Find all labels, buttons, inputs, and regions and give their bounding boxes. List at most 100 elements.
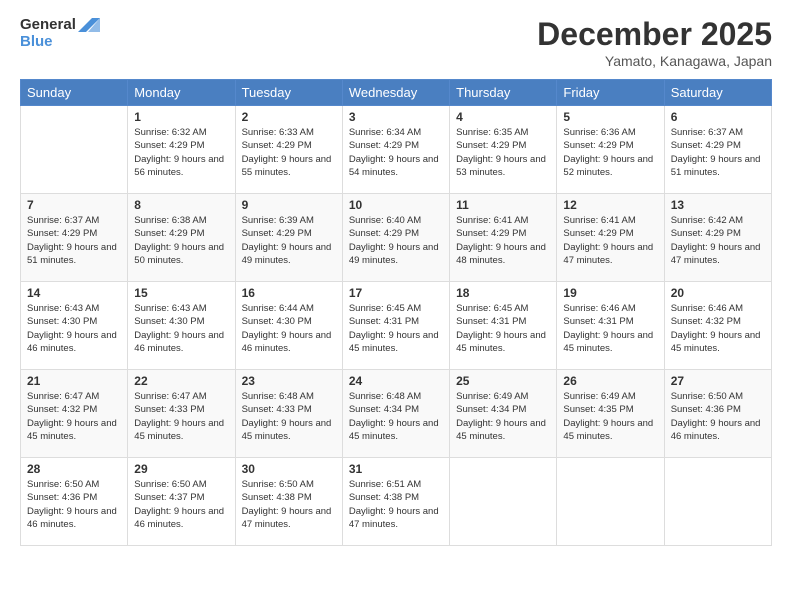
calendar-cell — [450, 458, 557, 546]
cell-info: Sunrise: 6:37 AMSunset: 4:29 PMDaylight:… — [27, 214, 121, 267]
day-number: 12 — [563, 198, 657, 212]
cell-info: Sunrise: 6:45 AMSunset: 4:31 PMDaylight:… — [456, 302, 550, 355]
calendar-cell: 21 Sunrise: 6:47 AMSunset: 4:32 PMDaylig… — [21, 370, 128, 458]
calendar-cell: 5 Sunrise: 6:36 AMSunset: 4:29 PMDayligh… — [557, 106, 664, 194]
cell-info: Sunrise: 6:46 AMSunset: 4:32 PMDaylight:… — [671, 302, 765, 355]
calendar-cell — [21, 106, 128, 194]
day-number: 24 — [349, 374, 443, 388]
cell-info: Sunrise: 6:41 AMSunset: 4:29 PMDaylight:… — [563, 214, 657, 267]
calendar-cell: 2 Sunrise: 6:33 AMSunset: 4:29 PMDayligh… — [235, 106, 342, 194]
cell-info: Sunrise: 6:39 AMSunset: 4:29 PMDaylight:… — [242, 214, 336, 267]
cell-info: Sunrise: 6:50 AMSunset: 4:38 PMDaylight:… — [242, 478, 336, 531]
day-number: 15 — [134, 286, 228, 300]
day-number: 31 — [349, 462, 443, 476]
calendar-cell: 31 Sunrise: 6:51 AMSunset: 4:38 PMDaylig… — [342, 458, 449, 546]
day-number: 14 — [27, 286, 121, 300]
cell-info: Sunrise: 6:38 AMSunset: 4:29 PMDaylight:… — [134, 214, 228, 267]
calendar-cell: 9 Sunrise: 6:39 AMSunset: 4:29 PMDayligh… — [235, 194, 342, 282]
calendar-cell: 29 Sunrise: 6:50 AMSunset: 4:37 PMDaylig… — [128, 458, 235, 546]
calendar-cell: 14 Sunrise: 6:43 AMSunset: 4:30 PMDaylig… — [21, 282, 128, 370]
day-number: 19 — [563, 286, 657, 300]
cell-info: Sunrise: 6:51 AMSunset: 4:38 PMDaylight:… — [349, 478, 443, 531]
day-number: 3 — [349, 110, 443, 124]
day-number: 27 — [671, 374, 765, 388]
header-row: Sunday Monday Tuesday Wednesday Thursday… — [21, 80, 772, 106]
cell-info: Sunrise: 6:42 AMSunset: 4:29 PMDaylight:… — [671, 214, 765, 267]
calendar-cell: 20 Sunrise: 6:46 AMSunset: 4:32 PMDaylig… — [664, 282, 771, 370]
calendar-cell: 23 Sunrise: 6:48 AMSunset: 4:33 PMDaylig… — [235, 370, 342, 458]
cell-info: Sunrise: 6:32 AMSunset: 4:29 PMDaylight:… — [134, 126, 228, 179]
day-number: 7 — [27, 198, 121, 212]
cell-info: Sunrise: 6:41 AMSunset: 4:29 PMDaylight:… — [456, 214, 550, 267]
day-number: 23 — [242, 374, 336, 388]
day-number: 28 — [27, 462, 121, 476]
cell-info: Sunrise: 6:50 AMSunset: 4:36 PMDaylight:… — [671, 390, 765, 443]
week-row-2: 14 Sunrise: 6:43 AMSunset: 4:30 PMDaylig… — [21, 282, 772, 370]
calendar-page: General Blue December 2025 Yamato, Kanag… — [0, 0, 792, 612]
calendar-cell: 10 Sunrise: 6:40 AMSunset: 4:29 PMDaylig… — [342, 194, 449, 282]
calendar-cell: 13 Sunrise: 6:42 AMSunset: 4:29 PMDaylig… — [664, 194, 771, 282]
day-number: 16 — [242, 286, 336, 300]
col-sunday: Sunday — [21, 80, 128, 106]
day-number: 11 — [456, 198, 550, 212]
col-monday: Monday — [128, 80, 235, 106]
col-saturday: Saturday — [664, 80, 771, 106]
calendar-cell: 28 Sunrise: 6:50 AMSunset: 4:36 PMDaylig… — [21, 458, 128, 546]
calendar-cell: 8 Sunrise: 6:38 AMSunset: 4:29 PMDayligh… — [128, 194, 235, 282]
month-title: December 2025 — [537, 16, 772, 53]
calendar-cell: 19 Sunrise: 6:46 AMSunset: 4:31 PMDaylig… — [557, 282, 664, 370]
col-tuesday: Tuesday — [235, 80, 342, 106]
cell-info: Sunrise: 6:44 AMSunset: 4:30 PMDaylight:… — [242, 302, 336, 355]
week-row-0: 1 Sunrise: 6:32 AMSunset: 4:29 PMDayligh… — [21, 106, 772, 194]
day-number: 30 — [242, 462, 336, 476]
cell-info: Sunrise: 6:47 AMSunset: 4:32 PMDaylight:… — [27, 390, 121, 443]
calendar-cell: 15 Sunrise: 6:43 AMSunset: 4:30 PMDaylig… — [128, 282, 235, 370]
day-number: 9 — [242, 198, 336, 212]
calendar-table: Sunday Monday Tuesday Wednesday Thursday… — [20, 79, 772, 546]
day-number: 13 — [671, 198, 765, 212]
calendar-cell: 7 Sunrise: 6:37 AMSunset: 4:29 PMDayligh… — [21, 194, 128, 282]
location-title: Yamato, Kanagawa, Japan — [537, 53, 772, 69]
day-number: 10 — [349, 198, 443, 212]
calendar-cell: 18 Sunrise: 6:45 AMSunset: 4:31 PMDaylig… — [450, 282, 557, 370]
day-number: 1 — [134, 110, 228, 124]
day-number: 5 — [563, 110, 657, 124]
calendar-cell: 27 Sunrise: 6:50 AMSunset: 4:36 PMDaylig… — [664, 370, 771, 458]
logo: General Blue — [20, 16, 100, 51]
day-number: 2 — [242, 110, 336, 124]
day-number: 20 — [671, 286, 765, 300]
cell-info: Sunrise: 6:33 AMSunset: 4:29 PMDaylight:… — [242, 126, 336, 179]
calendar-cell — [557, 458, 664, 546]
cell-info: Sunrise: 6:48 AMSunset: 4:34 PMDaylight:… — [349, 390, 443, 443]
title-block: December 2025 Yamato, Kanagawa, Japan — [537, 16, 772, 69]
cell-info: Sunrise: 6:49 AMSunset: 4:34 PMDaylight:… — [456, 390, 550, 443]
calendar-cell: 30 Sunrise: 6:50 AMSunset: 4:38 PMDaylig… — [235, 458, 342, 546]
cell-info: Sunrise: 6:50 AMSunset: 4:36 PMDaylight:… — [27, 478, 121, 531]
calendar-cell: 25 Sunrise: 6:49 AMSunset: 4:34 PMDaylig… — [450, 370, 557, 458]
day-number: 21 — [27, 374, 121, 388]
day-number: 29 — [134, 462, 228, 476]
calendar-cell: 6 Sunrise: 6:37 AMSunset: 4:29 PMDayligh… — [664, 106, 771, 194]
calendar-cell: 26 Sunrise: 6:49 AMSunset: 4:35 PMDaylig… — [557, 370, 664, 458]
calendar-cell — [664, 458, 771, 546]
cell-info: Sunrise: 6:49 AMSunset: 4:35 PMDaylight:… — [563, 390, 657, 443]
calendar-cell: 16 Sunrise: 6:44 AMSunset: 4:30 PMDaylig… — [235, 282, 342, 370]
week-row-1: 7 Sunrise: 6:37 AMSunset: 4:29 PMDayligh… — [21, 194, 772, 282]
col-wednesday: Wednesday — [342, 80, 449, 106]
day-number: 22 — [134, 374, 228, 388]
cell-info: Sunrise: 6:45 AMSunset: 4:31 PMDaylight:… — [349, 302, 443, 355]
calendar-cell: 4 Sunrise: 6:35 AMSunset: 4:29 PMDayligh… — [450, 106, 557, 194]
header: General Blue December 2025 Yamato, Kanag… — [20, 16, 772, 69]
col-thursday: Thursday — [450, 80, 557, 106]
calendar-cell: 17 Sunrise: 6:45 AMSunset: 4:31 PMDaylig… — [342, 282, 449, 370]
calendar-cell: 22 Sunrise: 6:47 AMSunset: 4:33 PMDaylig… — [128, 370, 235, 458]
calendar-cell: 1 Sunrise: 6:32 AMSunset: 4:29 PMDayligh… — [128, 106, 235, 194]
day-number: 17 — [349, 286, 443, 300]
cell-info: Sunrise: 6:43 AMSunset: 4:30 PMDaylight:… — [134, 302, 228, 355]
day-number: 18 — [456, 286, 550, 300]
calendar-cell: 24 Sunrise: 6:48 AMSunset: 4:34 PMDaylig… — [342, 370, 449, 458]
day-number: 25 — [456, 374, 550, 388]
cell-info: Sunrise: 6:34 AMSunset: 4:29 PMDaylight:… — [349, 126, 443, 179]
week-row-3: 21 Sunrise: 6:47 AMSunset: 4:32 PMDaylig… — [21, 370, 772, 458]
cell-info: Sunrise: 6:37 AMSunset: 4:29 PMDaylight:… — [671, 126, 765, 179]
